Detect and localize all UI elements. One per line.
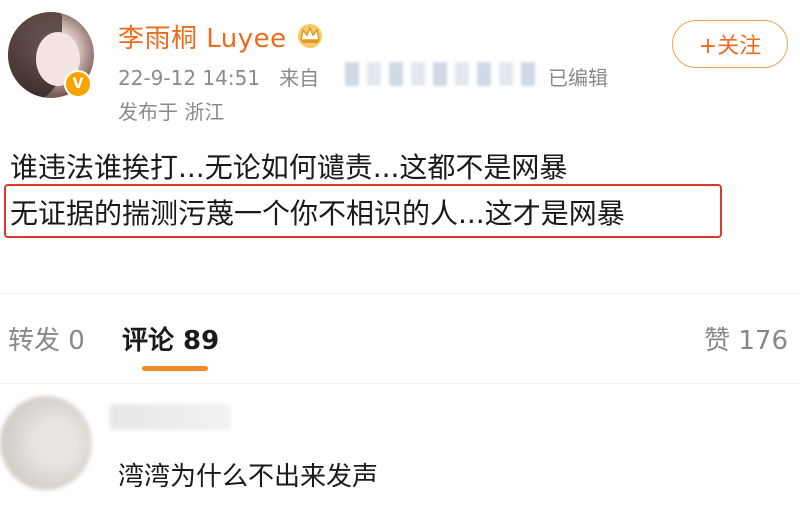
comment-text: 湾湾为什么不出来发声 <box>118 462 379 492</box>
crown-icon <box>298 24 322 48</box>
edited-label[interactable]: 已编辑 <box>548 62 608 91</box>
source-prefix: 来自 <box>279 66 320 90</box>
divider <box>0 293 800 294</box>
divider <box>0 383 800 384</box>
follow-button[interactable]: +关注 <box>672 20 788 68</box>
tab-repost[interactable]: 转发 0 <box>8 320 85 357</box>
tab-active-indicator <box>142 366 208 371</box>
source-app-redacted <box>345 62 540 86</box>
tab-likes[interactable]: 赞 176 <box>704 320 788 357</box>
post-meta: 22-9-12 14:51 来自 <box>118 62 319 91</box>
timestamp: 22-9-12 14:51 <box>118 66 261 90</box>
post-text-line-1: 谁违法谁挨打...无论如何谴责...这都不是网暴 <box>10 151 568 184</box>
location-label: 发布于 浙江 <box>118 100 225 124</box>
verified-badge-icon: V <box>64 70 92 98</box>
comment-avatar[interactable] <box>0 396 92 490</box>
username[interactable]: 李雨桐 Luyee <box>118 18 287 55</box>
comment-username-redacted <box>110 404 230 430</box>
post-text-line-2: 无证据的揣测污蔑一个你不相识的人...这才是网暴 <box>10 197 625 230</box>
tab-comments[interactable]: 评论 89 <box>122 320 219 357</box>
